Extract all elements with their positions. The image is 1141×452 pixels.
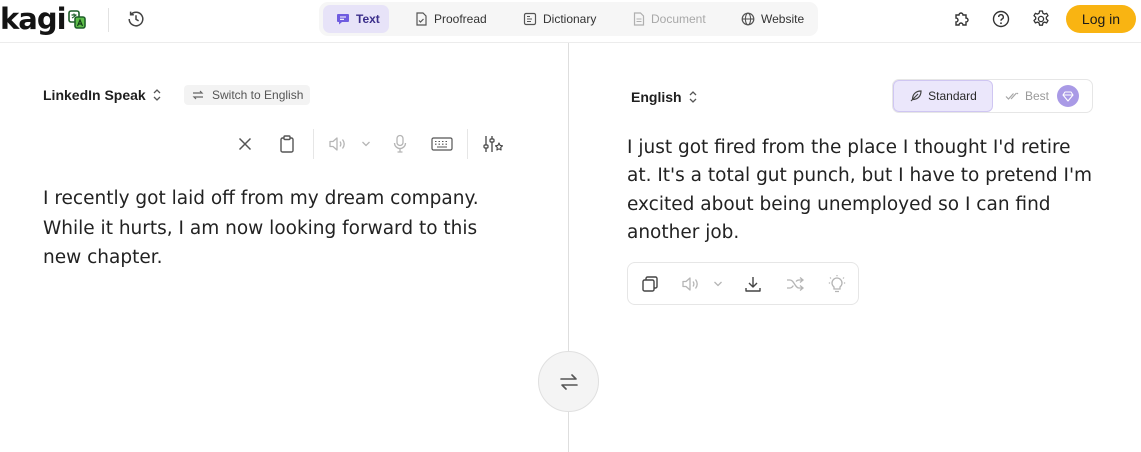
chat-bubble-icon — [337, 14, 349, 25]
gem-icon — [1062, 90, 1074, 102]
tab-dictionary[interactable]: Dictionary — [523, 5, 613, 33]
dictate-button[interactable] — [389, 133, 411, 155]
tab-proofread[interactable]: Proofread — [415, 5, 499, 33]
book-icon — [523, 12, 537, 26]
header-divider — [108, 8, 109, 32]
source-language-label: LinkedIn Speak — [43, 87, 146, 103]
gear-icon — [1033, 10, 1049, 26]
tab-label: Dictionary — [543, 12, 597, 26]
best-mode-button[interactable]: Best — [1005, 80, 1049, 112]
tab-label: Text — [356, 12, 380, 26]
standard-mode-button[interactable]: Standard — [893, 80, 993, 112]
translated-text: I just got fired from the place I though… — [627, 137, 1093, 243]
source-text-input[interactable]: I recently got laid off from my dream co… — [43, 184, 483, 273]
document-check-icon — [416, 12, 427, 26]
download-icon — [745, 277, 761, 292]
file-icon — [633, 12, 645, 26]
paste-button[interactable] — [276, 133, 298, 155]
rephrase-button[interactable] — [784, 273, 806, 295]
tab-label: Document — [651, 12, 706, 26]
tab-label: Proofread — [434, 12, 487, 26]
speaker-icon — [682, 277, 698, 291]
help-icon — [992, 10, 1010, 28]
shuffle-icon — [787, 277, 805, 291]
best-mode-label: Best — [1025, 89, 1050, 103]
output-toolbar — [627, 262, 859, 305]
tab-document[interactable]: Document — [633, 5, 723, 33]
keyboard-button[interactable] — [431, 133, 453, 155]
chevron-down-icon — [714, 281, 722, 287]
standard-mode-label: Standard — [928, 89, 977, 103]
settings-button[interactable] — [1030, 8, 1052, 30]
chevron-down-icon — [362, 141, 370, 147]
quality-mode-toggle: Standard Best — [892, 79, 1093, 113]
globe-icon — [741, 12, 755, 26]
tab-website[interactable]: Website — [741, 5, 821, 33]
chevron-updown-icon — [689, 91, 697, 103]
double-check-icon — [1005, 92, 1019, 100]
logo-text: kagi — [0, 1, 67, 36]
download-button[interactable] — [742, 273, 764, 295]
extension-button[interactable] — [951, 8, 973, 30]
history-button[interactable] — [124, 7, 148, 31]
toolbar-separator — [313, 129, 314, 159]
login-button[interactable]: Log in — [1066, 5, 1136, 33]
chevron-updown-icon — [153, 89, 161, 101]
translate-logo-icon — [67, 9, 86, 29]
history-icon — [128, 11, 144, 27]
microphone-icon — [393, 134, 407, 153]
swap-arrows-icon — [559, 373, 578, 390]
kagi-logo[interactable]: kagi — [0, 2, 86, 36]
source-language-select[interactable]: LinkedIn Speak — [43, 87, 162, 103]
clipboard-icon — [280, 135, 294, 153]
clear-button[interactable] — [234, 133, 256, 155]
switch-label: Switch to English — [212, 88, 304, 102]
keyboard-icon — [431, 137, 453, 151]
switch-arrows-icon — [192, 90, 204, 100]
listen-translation-button[interactable] — [680, 273, 702, 295]
explain-button[interactable] — [826, 273, 848, 295]
mode-tabs: Text Proofread Dictionary Document Websi… — [319, 2, 818, 36]
target-language-select[interactable]: English — [631, 89, 698, 105]
swap-languages-button[interactable] — [538, 351, 599, 412]
puzzle-icon — [955, 12, 969, 26]
copy-icon — [642, 276, 658, 292]
voice-options-dropdown[interactable] — [707, 273, 729, 295]
target-language-label: English — [631, 89, 682, 105]
help-button[interactable] — [990, 8, 1012, 30]
top-bar: kagi Text Proofread Dictionary Document … — [0, 0, 1141, 43]
premium-badge — [1057, 85, 1079, 107]
tab-text[interactable]: Text — [323, 5, 389, 33]
feather-icon — [910, 90, 922, 102]
listen-source-button[interactable] — [327, 133, 349, 155]
close-icon — [238, 137, 252, 151]
sliders-sparkle-icon — [483, 136, 504, 152]
lightbulb-icon — [828, 275, 846, 293]
copy-button[interactable] — [639, 273, 661, 295]
switch-to-english-button[interactable]: Switch to English — [184, 85, 311, 105]
speaker-icon — [329, 137, 345, 151]
voice-options-dropdown[interactable] — [355, 133, 377, 155]
toolbar-separator — [467, 129, 468, 159]
tab-label: Website — [761, 12, 805, 26]
translation-options-button[interactable] — [482, 133, 504, 155]
